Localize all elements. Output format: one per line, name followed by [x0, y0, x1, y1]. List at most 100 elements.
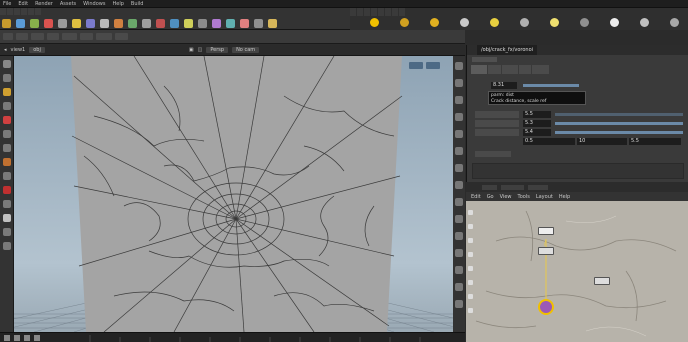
metaball-tool-icon[interactable] — [156, 18, 165, 28]
parm-slider-c[interactable] — [555, 122, 683, 125]
measure-tool-icon[interactable] — [2, 200, 11, 208]
paint-tool-icon[interactable] — [2, 214, 11, 222]
null-tool-icon[interactable] — [142, 18, 151, 28]
menu-edit[interactable]: Edit — [18, 1, 28, 7]
menu-build[interactable]: Build — [131, 1, 144, 7]
move-tool-icon[interactable] — [2, 74, 11, 82]
timeline[interactable] — [0, 332, 465, 342]
net-menu-go[interactable]: Go — [487, 194, 494, 200]
display-option-icon[interactable] — [455, 147, 463, 155]
area-light-icon[interactable] — [430, 18, 439, 27]
sphere-tool-icon[interactable] — [16, 18, 25, 28]
display-option-icon[interactable] — [455, 130, 463, 138]
parm-field-b[interactable]: 5.5 — [523, 111, 551, 118]
parm-slider-d[interactable] — [555, 131, 683, 134]
view-tool-icon[interactable] — [2, 144, 11, 152]
lights-shelf-tab[interactable] — [399, 8, 405, 16]
distant-light-icon[interactable] — [490, 18, 499, 27]
scene-viewport[interactable] — [14, 56, 453, 332]
lights-shelf-tab[interactable] — [385, 8, 391, 16]
display-option-icon[interactable] — [455, 215, 463, 223]
parameter-tab[interactable] — [531, 65, 550, 74]
switcher-icon[interactable] — [670, 18, 679, 27]
net-menu-view[interactable]: View — [500, 194, 512, 200]
env-light-icon[interactable] — [520, 18, 529, 27]
handle-tool-icon[interactable] — [2, 116, 11, 124]
net-tool-icon[interactable] — [467, 224, 473, 229]
parm-field-d[interactable]: 5.4 — [523, 129, 551, 136]
snap-tool-icon[interactable] — [2, 172, 11, 180]
net-tool-icon[interactable] — [467, 308, 473, 313]
menu-help[interactable]: Help — [112, 1, 123, 7]
font-tool-icon[interactable] — [114, 18, 123, 28]
parm-field-e[interactable]: 0.5 — [523, 138, 575, 145]
net-tool-icon[interactable] — [467, 294, 473, 299]
tube-tool-icon[interactable] — [58, 18, 67, 28]
file-tool-icon[interactable] — [198, 18, 207, 28]
menu-file[interactable]: File — [3, 1, 11, 7]
view-menu-icon[interactable] — [426, 62, 440, 69]
geometry-light-icon[interactable] — [460, 18, 469, 27]
folder-label[interactable] — [475, 151, 511, 157]
net-tool-icon[interactable] — [467, 210, 473, 215]
display-option-icon[interactable] — [455, 79, 463, 87]
camera-icon[interactable] — [610, 18, 619, 27]
display-option-icon[interactable] — [455, 181, 463, 189]
rotate-tool-icon[interactable] — [2, 88, 11, 96]
net-tool-icon[interactable] — [467, 252, 473, 257]
parm-slider-b[interactable] — [555, 113, 683, 116]
net-tool-icon[interactable] — [467, 266, 473, 271]
spray-tool-icon[interactable] — [184, 18, 193, 28]
circle-tool-icon[interactable] — [86, 18, 95, 28]
point-light-icon[interactable] — [370, 18, 379, 27]
network-tab[interactable] — [482, 184, 497, 190]
net-menu-layout[interactable]: Layout — [536, 194, 553, 200]
box-tool-icon[interactable] — [2, 18, 11, 28]
parm-field-f[interactable]: 10 — [577, 138, 627, 145]
parm-field-c[interactable]: 5.3 — [523, 120, 551, 127]
display-option-icon[interactable] — [455, 266, 463, 274]
pose-tool-icon[interactable] — [2, 130, 11, 138]
lights-shelf-tab[interactable] — [364, 8, 370, 16]
display-option-icon[interactable] — [455, 96, 463, 104]
vr-camera-icon[interactable] — [640, 18, 649, 27]
parameter-tab[interactable] — [502, 65, 519, 74]
select-tool-icon[interactable] — [2, 60, 11, 68]
net-menu-help[interactable]: Help — [559, 194, 570, 200]
node-type-chip[interactable] — [472, 57, 498, 62]
net-tool-icon[interactable] — [467, 238, 473, 243]
parm-slider-a[interactable] — [523, 84, 579, 87]
line-tool-icon[interactable] — [100, 18, 109, 28]
options-icon[interactable] — [2, 242, 11, 250]
camera-tool-icon[interactable] — [226, 18, 235, 28]
shelf-tab[interactable] — [21, 8, 27, 15]
gi-light-icon[interactable] — [580, 18, 589, 27]
parameter-tab[interactable] — [519, 65, 531, 74]
lights-shelf-tab[interactable] — [392, 8, 398, 16]
display-option-icon[interactable] — [455, 283, 463, 291]
platonic-tool-icon[interactable] — [128, 18, 137, 28]
toolbar-item[interactable] — [31, 33, 45, 40]
toolbar-item[interactable] — [47, 33, 59, 40]
back-icon[interactable]: ◂ — [4, 47, 7, 53]
grid-tool-icon[interactable] — [30, 18, 39, 28]
wire-tool-icon[interactable] — [2, 228, 11, 236]
curve-tool-icon[interactable] — [72, 18, 81, 28]
toolbar-item[interactable] — [79, 33, 93, 40]
toolbar-item[interactable] — [3, 33, 14, 40]
lsystem-tool-icon[interactable] — [170, 18, 179, 28]
parm-field-g[interactable]: 5.5 — [629, 138, 681, 145]
lights-shelf-tab[interactable] — [350, 8, 356, 16]
display-option-icon[interactable] — [455, 198, 463, 206]
network-path[interactable] — [527, 184, 549, 190]
scale-tool-icon[interactable] — [2, 102, 11, 110]
toolbar-item[interactable] — [16, 33, 29, 40]
menu-windows[interactable]: Windows — [83, 1, 105, 7]
selected-node[interactable] — [538, 299, 554, 315]
persp-menu[interactable]: Persp — [206, 47, 229, 53]
shelf-tab[interactable] — [28, 8, 34, 15]
light-tool-icon[interactable] — [240, 18, 249, 28]
display-option-icon[interactable] — [455, 62, 463, 70]
display-option-icon[interactable] — [455, 300, 463, 308]
display-option-icon[interactable] — [455, 249, 463, 257]
